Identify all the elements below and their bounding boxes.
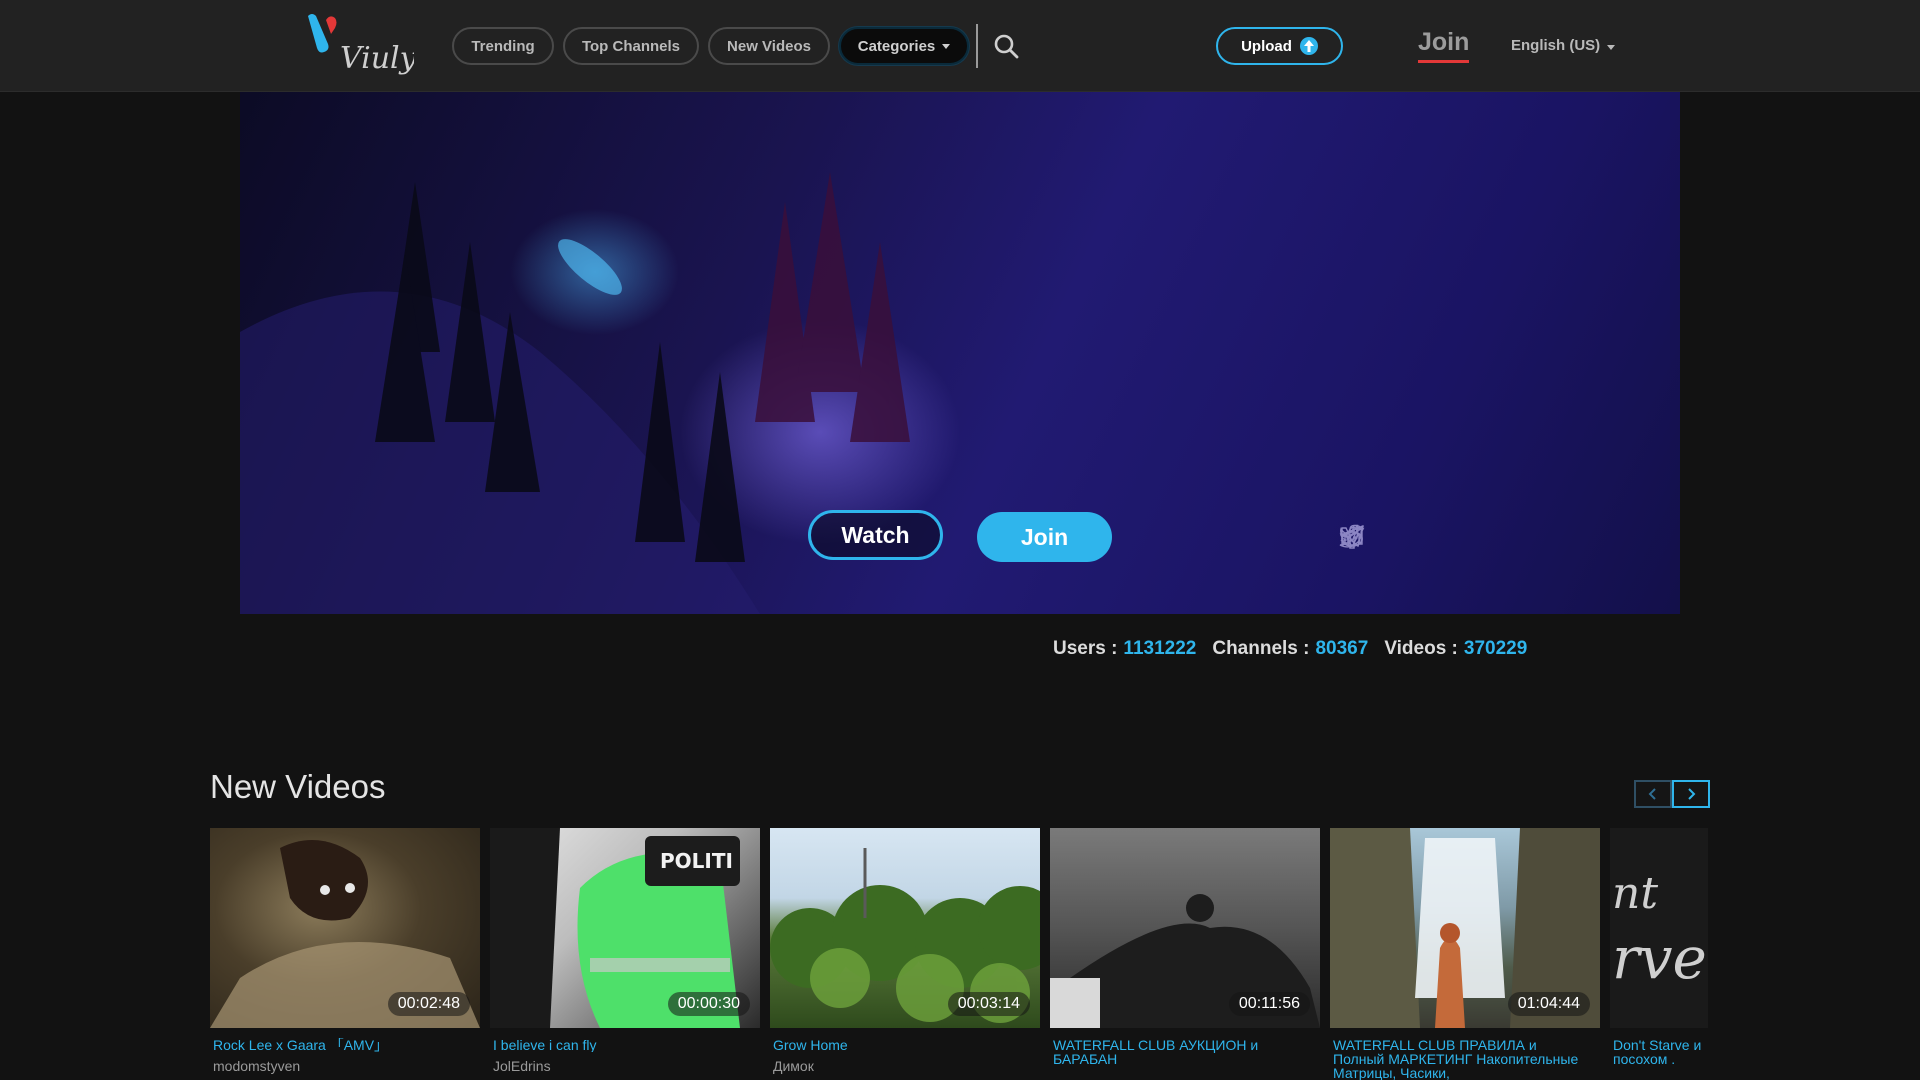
search-icon[interactable]	[992, 32, 1020, 60]
stat-users: Users :1131222	[1053, 638, 1196, 660]
video-channel[interactable]: Димок	[770, 1058, 1040, 1074]
video-card[interactable]: 00:02:48 Rock Lee x Gaara 「AMV」 modomsty…	[210, 828, 480, 1074]
svg-text:rve: rve	[1612, 924, 1707, 992]
video-card[interactable]: POLITI 00:00:30 I believe i can fly JolE…	[490, 828, 760, 1074]
nav-new-videos-label: New Videos	[727, 37, 811, 55]
stat-videos: Videos :370229	[1384, 638, 1527, 660]
chevron-down-icon	[1607, 45, 1616, 50]
site-stats: Users :1131222 Channels :80367 Videos :3…	[1053, 638, 1527, 660]
video-title[interactable]: Rock Lee x Gaara 「AMV」	[210, 1038, 470, 1052]
nav-trending[interactable]: Trending	[452, 27, 554, 65]
upload-label: Upload	[1241, 37, 1292, 55]
video-duration: 00:11:56	[1228, 992, 1310, 1016]
video-title[interactable]: WATERFALL CLUB ПРАВИЛА и Полный МАРКЕТИН…	[1330, 1038, 1590, 1080]
nav-categories-label: Categories	[857, 37, 936, 55]
video-thumbnail[interactable]: 00:02:48	[210, 828, 480, 1028]
nav-categories-dropdown[interactable]: Categories	[839, 27, 969, 65]
telegram-icon[interactable]	[1340, 522, 1409, 552]
video-channel[interactable]: modomstyven	[210, 1058, 480, 1074]
social-links	[1338, 522, 1532, 552]
stat-videos-label: Videos :	[1384, 638, 1458, 659]
nav-new-videos[interactable]: New Videos	[708, 27, 830, 65]
video-card[interactable]: 01:04:44 WATERFALL CLUB ПРАВИЛА и Полный…	[1330, 828, 1600, 1080]
video-duration: 00:02:48	[387, 992, 470, 1016]
nav-divider	[976, 24, 978, 68]
upload-button[interactable]: Upload	[1216, 27, 1343, 65]
video-thumbnail[interactable]: POLITI 00:00:30	[490, 828, 760, 1028]
stat-channels-label: Channels :	[1212, 638, 1310, 659]
chevron-left-icon	[1648, 788, 1656, 800]
video-title[interactable]: WATERFALL CLUB АУКЦИОН и БАРАБАН	[1050, 1038, 1310, 1066]
medium-icon[interactable]	[1341, 522, 1532, 552]
top-header: Viuly Trending Top Channels New Videos C…	[0, 0, 1920, 92]
chevron-down-icon	[942, 43, 951, 49]
video-duration: 01:04:44	[1507, 992, 1590, 1016]
chevron-right-icon	[1688, 788, 1696, 800]
hero-banner: Watch Join	[240, 92, 1680, 614]
video-thumbnail[interactable]: 00:11:56	[1050, 828, 1320, 1028]
nav-trending-label: Trending	[471, 37, 535, 55]
join-link[interactable]: Join	[1418, 28, 1470, 63]
video-card[interactable]: 00:03:14 Grow Home Димок	[770, 828, 1040, 1074]
nav-top-channels[interactable]: Top Channels	[563, 27, 699, 65]
video-thumbnail[interactable]: 00:03:14	[770, 828, 1040, 1028]
video-title[interactable]: Grow Home	[770, 1038, 1030, 1052]
carousel-next-button[interactable]	[1672, 780, 1710, 808]
video-thumbnail[interactable]: nt rve	[1610, 828, 1708, 1028]
new-videos-heading: New Videos	[210, 768, 386, 805]
video-thumbnail[interactable]: 01:04:44	[1330, 828, 1600, 1028]
language-label: English (US)	[1511, 37, 1601, 54]
video-channel[interactable]: JolEdrins	[490, 1058, 760, 1074]
viuly-logo[interactable]: Viuly	[304, 10, 418, 82]
carousel-prev-button[interactable]	[1634, 780, 1672, 808]
language-selector[interactable]: English (US)	[1511, 37, 1616, 54]
video-card[interactable]: nt rve Don't Starve и посохом .	[1610, 828, 1708, 1066]
svg-text:nt: nt	[1612, 868, 1658, 919]
twitter-icon[interactable]	[1339, 522, 1491, 552]
watch-button[interactable]: Watch	[808, 510, 943, 560]
video-card[interactable]: 00:11:56 WATERFALL CLUB АУКЦИОН и БАРАБА…	[1050, 828, 1320, 1072]
thumbnail-art: ntrve	[1612, 868, 1707, 992]
upload-icon	[1299, 37, 1318, 55]
video-duration: 00:00:30	[667, 992, 750, 1016]
stat-channels-value: 80367	[1315, 638, 1369, 659]
facebook-icon[interactable]	[1346, 522, 1450, 552]
nav-top-channels-label: Top Channels	[581, 37, 681, 55]
stat-users-value: 1131222	[1123, 638, 1197, 659]
logo-wordmark: Viuly	[340, 41, 414, 76]
new-videos-carousel: 00:02:48 Rock Lee x Gaara 「AMV」 modomsty…	[210, 828, 1710, 1080]
join-button[interactable]: Join	[977, 512, 1112, 562]
stat-channels: Channels :80367	[1212, 638, 1368, 660]
video-duration: 00:03:14	[947, 992, 1030, 1016]
video-title[interactable]: I believe i can fly	[490, 1038, 750, 1052]
stat-users-label: Users :	[1053, 638, 1118, 659]
svg-text:POLITI: POLITI	[660, 849, 733, 873]
video-title[interactable]: Don't Starve и посохом .	[1610, 1038, 1708, 1066]
stat-videos-value: 370229	[1463, 638, 1528, 659]
